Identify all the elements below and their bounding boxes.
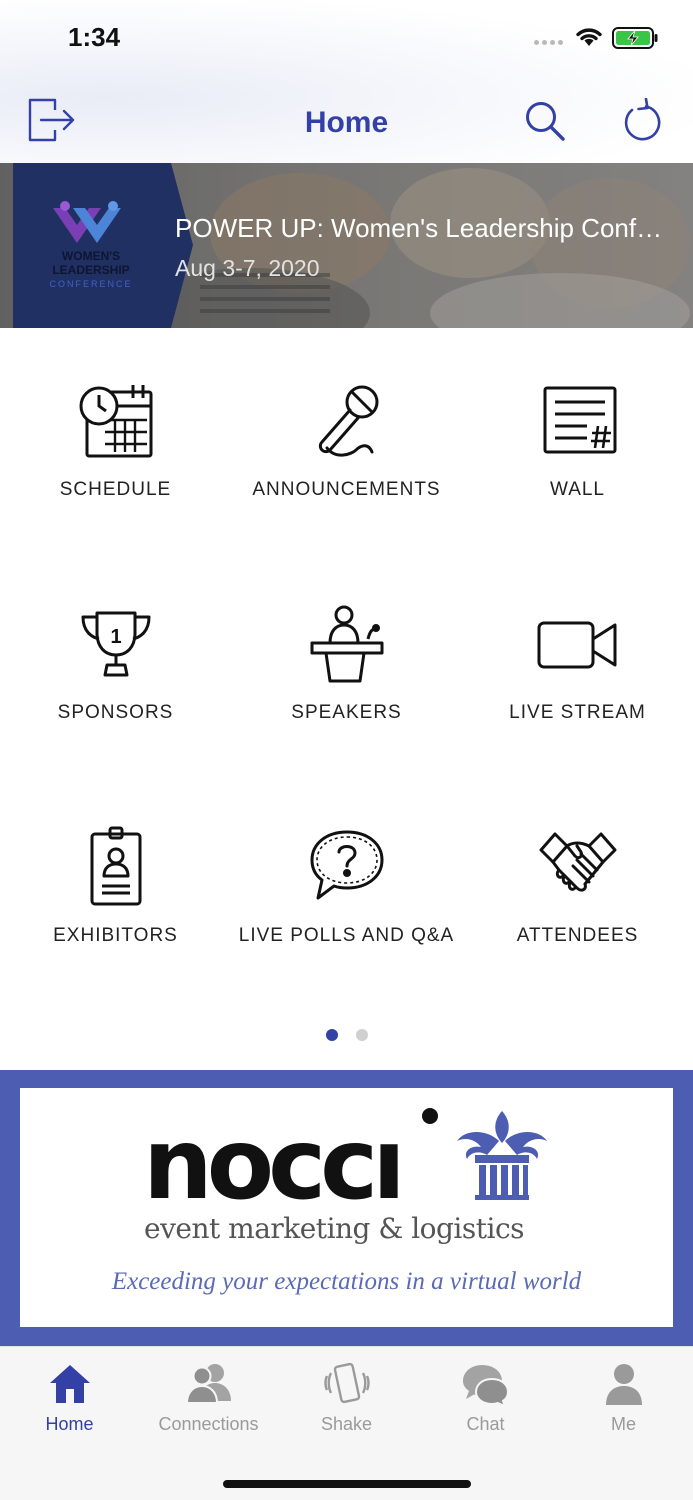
tile-label: LIVE POLLS AND Q&A bbox=[238, 925, 455, 946]
tile-label: LIVE STREAM bbox=[509, 702, 646, 723]
tile-label: SCHEDULE bbox=[59, 479, 172, 500]
sponsor-banner[interactable]: noccı event marketing & logistics Exceed… bbox=[0, 1070, 693, 1346]
cellular-signal-icon bbox=[534, 40, 563, 45]
tile-label: SPONSORS bbox=[57, 702, 174, 723]
tab-label: Home bbox=[45, 1414, 94, 1434]
svg-text:LEADERSHIP: LEADERSHIP bbox=[52, 263, 129, 277]
question-bubble-icon bbox=[310, 830, 384, 900]
svg-text:WOMEN'S: WOMEN'S bbox=[62, 249, 120, 263]
status-bar: 1:34 bbox=[0, 0, 693, 80]
wall-icon bbox=[543, 386, 617, 454]
tab-label: Connections bbox=[158, 1414, 259, 1434]
people-icon bbox=[185, 1364, 231, 1404]
tile-label: SPEAKERS bbox=[291, 702, 402, 723]
tab-label: Me bbox=[610, 1414, 636, 1434]
tile-label: EXHIBITORS bbox=[53, 925, 178, 946]
page-title: Home bbox=[304, 106, 389, 139]
tab-me[interactable]: Me bbox=[554, 1347, 693, 1447]
tile-label: WALL bbox=[549, 479, 606, 500]
svg-text:CONFERENCE: CONFERENCE bbox=[49, 279, 132, 289]
sponsors-tile[interactable]: 1 SPONSORS bbox=[0, 593, 231, 793]
page-indicator[interactable] bbox=[326, 1029, 368, 1041]
person-icon bbox=[606, 1364, 642, 1405]
tab-home[interactable]: Home bbox=[0, 1347, 139, 1447]
sponsor-subtitle: event marketing & logistics bbox=[144, 1212, 525, 1245]
exhibitors-tile[interactable]: EXHIBITORS bbox=[0, 816, 231, 1016]
tile-label: ANNOUNCEMENTS bbox=[252, 479, 441, 500]
phone-shake-icon bbox=[324, 1362, 370, 1404]
nav-bar: Home bbox=[0, 82, 693, 162]
wall-tile[interactable]: WALL bbox=[462, 370, 693, 570]
sponsor-tagline: Exceeding your expectations in a virtual… bbox=[111, 1268, 582, 1295]
live-polls-tile[interactable]: LIVE POLLS AND Q&A bbox=[231, 816, 462, 1016]
wifi-icon bbox=[576, 28, 602, 46]
tile-label: ATTENDEES bbox=[516, 925, 639, 946]
sponsor-card: noccı event marketing & logistics Exceed… bbox=[20, 1088, 673, 1327]
conference-logo: WOMEN'S LEADERSHIP CONFERENCE bbox=[13, 163, 193, 328]
status-time: 1:34 bbox=[68, 22, 121, 52]
schedule-tile[interactable]: SCHEDULE bbox=[0, 370, 231, 570]
trophy-icon: 1 bbox=[81, 611, 151, 677]
page-dot[interactable] bbox=[356, 1029, 368, 1041]
event-date: Aug 3-7, 2020 bbox=[175, 255, 320, 281]
event-title: POWER UP: Women's Leadership Conference bbox=[175, 213, 665, 243]
home-icon bbox=[50, 1365, 90, 1403]
search-icon[interactable] bbox=[524, 100, 566, 142]
handshake-icon bbox=[539, 832, 617, 892]
schedule-icon bbox=[79, 385, 153, 458]
sponsor-logo-wordmark: noccı bbox=[143, 1108, 406, 1222]
microphone-icon bbox=[318, 385, 379, 457]
event-banner[interactable]: WOMEN'S LEADERSHIP CONFERENCE POWER UP: … bbox=[0, 163, 693, 328]
badge-icon bbox=[90, 826, 142, 906]
battery-charging-icon bbox=[612, 27, 658, 49]
tab-label: Shake bbox=[320, 1414, 373, 1434]
page-dot-active[interactable] bbox=[326, 1029, 338, 1041]
sponsor-logo-dot bbox=[422, 1108, 438, 1124]
attendees-tile[interactable]: ATTENDEES bbox=[462, 816, 693, 1016]
announcements-tile[interactable]: ANNOUNCEMENTS bbox=[231, 370, 462, 570]
tab-label: Chat bbox=[466, 1414, 505, 1434]
tab-bar: Home Connections Shake Chat Me bbox=[0, 1346, 693, 1500]
svg-text:1: 1 bbox=[110, 626, 121, 648]
home-indicator[interactable] bbox=[223, 1480, 471, 1488]
tab-connections[interactable]: Connections bbox=[139, 1347, 278, 1447]
tab-chat[interactable]: Chat bbox=[416, 1347, 555, 1447]
refresh-icon[interactable] bbox=[620, 98, 664, 144]
tab-shake[interactable]: Shake bbox=[277, 1347, 416, 1447]
video-camera-icon bbox=[537, 621, 617, 669]
podium-icon bbox=[310, 605, 384, 683]
live-stream-tile[interactable]: LIVE STREAM bbox=[462, 593, 693, 793]
speakers-tile[interactable]: SPEAKERS bbox=[231, 593, 462, 793]
fleur-de-lis-icon bbox=[457, 1111, 547, 1200]
chat-bubbles-icon bbox=[463, 1365, 510, 1407]
